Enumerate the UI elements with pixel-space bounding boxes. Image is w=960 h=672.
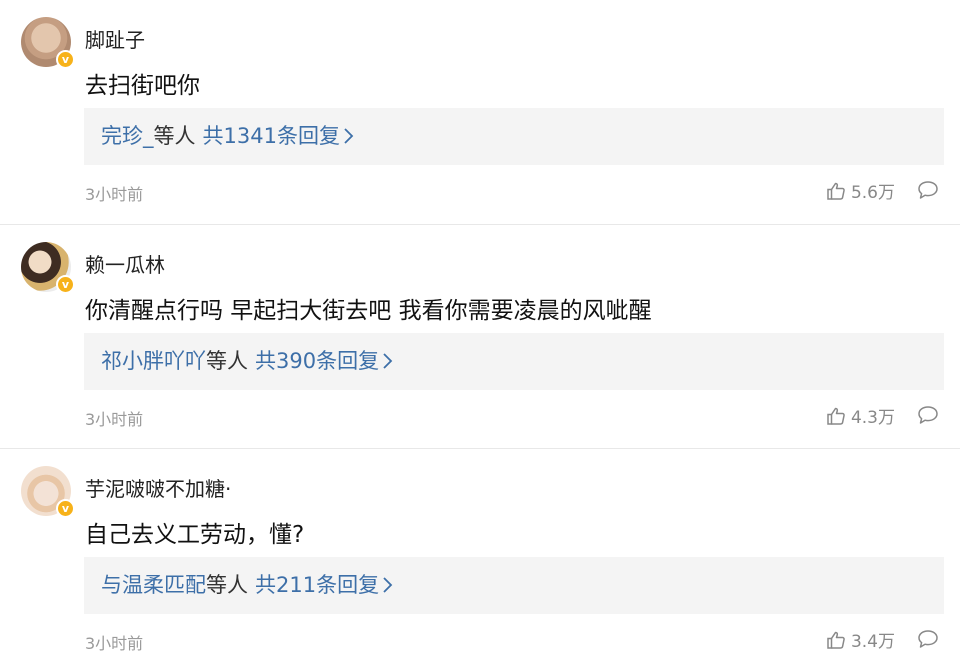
replies-count-label: 共1341条回复 bbox=[202, 124, 340, 148]
reply-button[interactable] bbox=[917, 629, 939, 653]
comment-author[interactable]: 赖一瓜林 bbox=[85, 249, 165, 278]
comment-list: v 脚趾子 去扫街吧你 完珍_等人 共1341条回复 3小时前 5.6万 v 赖一… bbox=[0, 0, 960, 672]
replies-preview[interactable]: 完珍_等人 共1341条回复 bbox=[84, 108, 944, 165]
comment-timestamp: 3小时前 bbox=[85, 410, 144, 429]
comment-author[interactable]: 脚趾子 bbox=[85, 24, 145, 53]
replies-others-label: 等人 bbox=[206, 573, 248, 597]
reply-user-link[interactable]: 与温柔匹配 bbox=[101, 573, 206, 597]
avatar[interactable]: v bbox=[21, 466, 75, 518]
comment-item: v 芋泥啵啵不加糖· 自己去义工劳动，懂? 与温柔匹配等人 共211条回复 3小时… bbox=[0, 448, 960, 672]
comment-text: 自己去义工劳动，懂? bbox=[85, 522, 305, 548]
comment-text: 你清醒点行吗 早起扫大街去吧 我看你需要凌晨的风呲醒 bbox=[85, 298, 652, 324]
view-replies-link[interactable]: 共390条回复 bbox=[255, 349, 393, 373]
chevron-right-icon bbox=[383, 577, 393, 593]
reply-button[interactable] bbox=[917, 180, 939, 204]
thumbs-up-icon bbox=[827, 631, 845, 649]
like-button[interactable]: 4.3万 bbox=[826, 403, 895, 428]
comment-author[interactable]: 芋泥啵啵不加糖· bbox=[85, 473, 231, 502]
verified-badge-icon: v bbox=[56, 275, 75, 294]
reply-button[interactable] bbox=[917, 405, 939, 429]
comment-item: v 脚趾子 去扫街吧你 完珍_等人 共1341条回复 3小时前 5.6万 bbox=[0, 0, 960, 224]
thumbs-up-icon bbox=[827, 182, 845, 200]
like-button[interactable]: 3.4万 bbox=[826, 627, 895, 652]
comment-timestamp: 3小时前 bbox=[85, 185, 144, 204]
like-count: 3.4万 bbox=[850, 632, 895, 652]
thumbs-up-icon bbox=[827, 407, 845, 425]
replies-preview[interactable]: 祁小胖吖吖等人 共390条回复 bbox=[84, 333, 944, 390]
avatar[interactable]: v bbox=[21, 17, 75, 69]
reply-user-link[interactable]: 祁小胖吖吖 bbox=[101, 349, 206, 373]
chevron-right-icon bbox=[344, 128, 354, 144]
like-count: 4.3万 bbox=[850, 408, 895, 428]
replies-count-label: 共390条回复 bbox=[255, 349, 380, 373]
view-replies-link[interactable]: 共1341条回复 bbox=[203, 124, 354, 148]
replies-others-label: 等人 bbox=[153, 124, 196, 148]
like-count: 5.6万 bbox=[850, 183, 895, 203]
like-button[interactable]: 5.6万 bbox=[826, 178, 895, 203]
comment-bubble-icon bbox=[918, 630, 938, 648]
verified-badge-icon: v bbox=[56, 499, 75, 518]
comment-timestamp: 3小时前 bbox=[85, 634, 144, 653]
view-replies-link[interactable]: 共211条回复 bbox=[255, 573, 393, 597]
comment-item: v 赖一瓜林 你清醒点行吗 早起扫大街去吧 我看你需要凌晨的风呲醒 祁小胖吖吖等… bbox=[0, 224, 960, 448]
comment-bubble-icon bbox=[918, 406, 938, 424]
replies-preview[interactable]: 与温柔匹配等人 共211条回复 bbox=[84, 557, 944, 614]
chevron-right-icon bbox=[383, 353, 393, 369]
comment-text: 去扫街吧你 bbox=[85, 73, 200, 99]
avatar[interactable]: v bbox=[21, 242, 75, 294]
reply-user-link[interactable]: 完珍_ bbox=[101, 124, 154, 148]
verified-badge-icon: v bbox=[56, 50, 75, 69]
replies-count-label: 共211条回复 bbox=[255, 573, 380, 597]
comment-bubble-icon bbox=[918, 181, 938, 199]
replies-others-label: 等人 bbox=[206, 349, 248, 373]
